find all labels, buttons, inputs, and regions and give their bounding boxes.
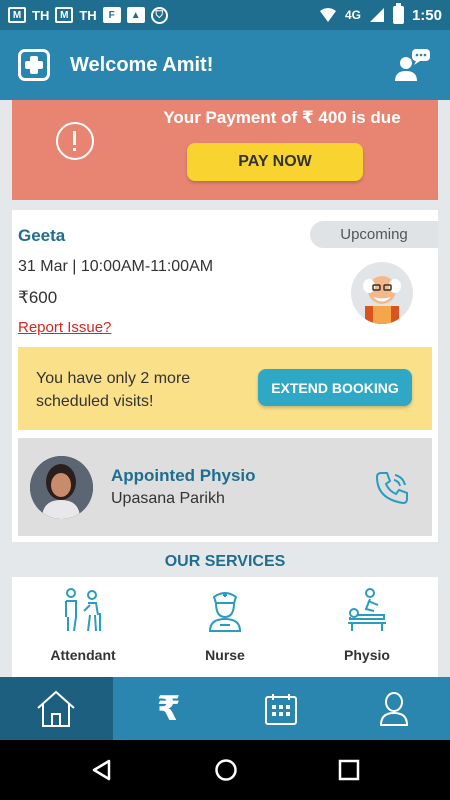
service-nurse[interactable]: Nurse [154, 577, 296, 677]
physio-name: Upasana Parikh [111, 490, 225, 507]
th-notification-text: TH [32, 7, 50, 23]
phone-icon [375, 472, 408, 505]
gmail-icon: M [55, 7, 74, 23]
shield-icon: ⛉ [150, 6, 168, 24]
status-bar: M TH M TH F ▲ ⛉ 4G 1:50 [0, 0, 450, 30]
pay-now-button[interactable]: PAY NOW [187, 143, 363, 181]
service-label: Attendant [50, 647, 116, 663]
home-icon [37, 690, 75, 727]
bottom-navigation: ₹ [0, 677, 450, 740]
booking-schedule: 31 Mar | 10:00AM-11:00AM [18, 258, 214, 275]
gmail-icon: M [8, 7, 26, 23]
patient-name: Geeta [18, 226, 66, 245]
battery-icon [392, 3, 404, 24]
physio-avatar [30, 456, 93, 519]
service-label: Nurse [205, 647, 245, 663]
page-title: Welcome Amit! [70, 53, 214, 76]
system-navigation-bar [0, 740, 450, 800]
f-icon: F [102, 7, 121, 23]
nav-profile[interactable] [338, 677, 450, 740]
home-circle-icon[interactable] [214, 758, 238, 782]
payment-due-banner: Your Payment of ₹ 400 is due PAY NOW [12, 100, 438, 200]
booking-card: Geeta Upcoming 31 Mar | 10:00AM-11:00AM … [12, 210, 438, 542]
visits-remaining-message: You have only 2 more scheduled visits! [36, 370, 191, 410]
rupee-icon: ₹ [156, 689, 181, 728]
wifi-icon [319, 8, 336, 22]
services-list: Attendant Nurse Physio [12, 577, 438, 677]
back-icon[interactable] [90, 758, 114, 782]
status-time: 1:50 [411, 6, 442, 24]
call-physio-button[interactable] [373, 469, 411, 507]
payment-due-message: Your Payment of ₹ 400 is due [163, 108, 401, 127]
nav-home[interactable] [0, 677, 113, 740]
calendar-icon [265, 693, 298, 725]
image-icon: ▲ [126, 7, 145, 23]
recents-icon[interactable] [338, 759, 360, 781]
physio-icon [348, 588, 386, 631]
app-logo-icon [18, 49, 50, 81]
nav-payments[interactable]: ₹ [113, 677, 226, 740]
status-badge: Upcoming [310, 221, 438, 248]
physio-heading: Appointed Physio [111, 466, 256, 485]
visits-remaining-notice: You have only 2 more scheduled visits! E… [18, 347, 432, 430]
support-chat-icon [395, 49, 430, 81]
appointed-physio-panel: Appointed Physio Upasana Parikh [18, 438, 432, 536]
support-chat-button[interactable] [392, 45, 432, 85]
nav-calendar[interactable] [225, 677, 338, 740]
extend-booking-button[interactable]: EXTEND BOOKING [258, 369, 412, 406]
profile-icon [379, 691, 408, 726]
alert-icon [56, 122, 94, 160]
service-label: Physio [344, 647, 390, 663]
signal-icon [369, 8, 384, 22]
service-attendant[interactable]: Attendant [12, 577, 154, 677]
booking-price: ₹600 [18, 288, 58, 307]
status-notifications: M TH M TH F ▲ ⛉ [8, 6, 168, 24]
report-issue-link[interactable]: Report Issue? [18, 319, 111, 336]
th-notification-text: TH [79, 7, 97, 23]
network-type: 4G [344, 8, 361, 22]
services-heading: OUR SERVICES [164, 553, 286, 570]
status-system: 4G 1:50 [319, 3, 442, 24]
app-header: Welcome Amit! [0, 30, 450, 100]
service-physio[interactable]: Physio [296, 577, 438, 677]
nurse-icon [208, 592, 242, 632]
attendant-icon [65, 588, 101, 632]
patient-avatar [351, 262, 413, 324]
